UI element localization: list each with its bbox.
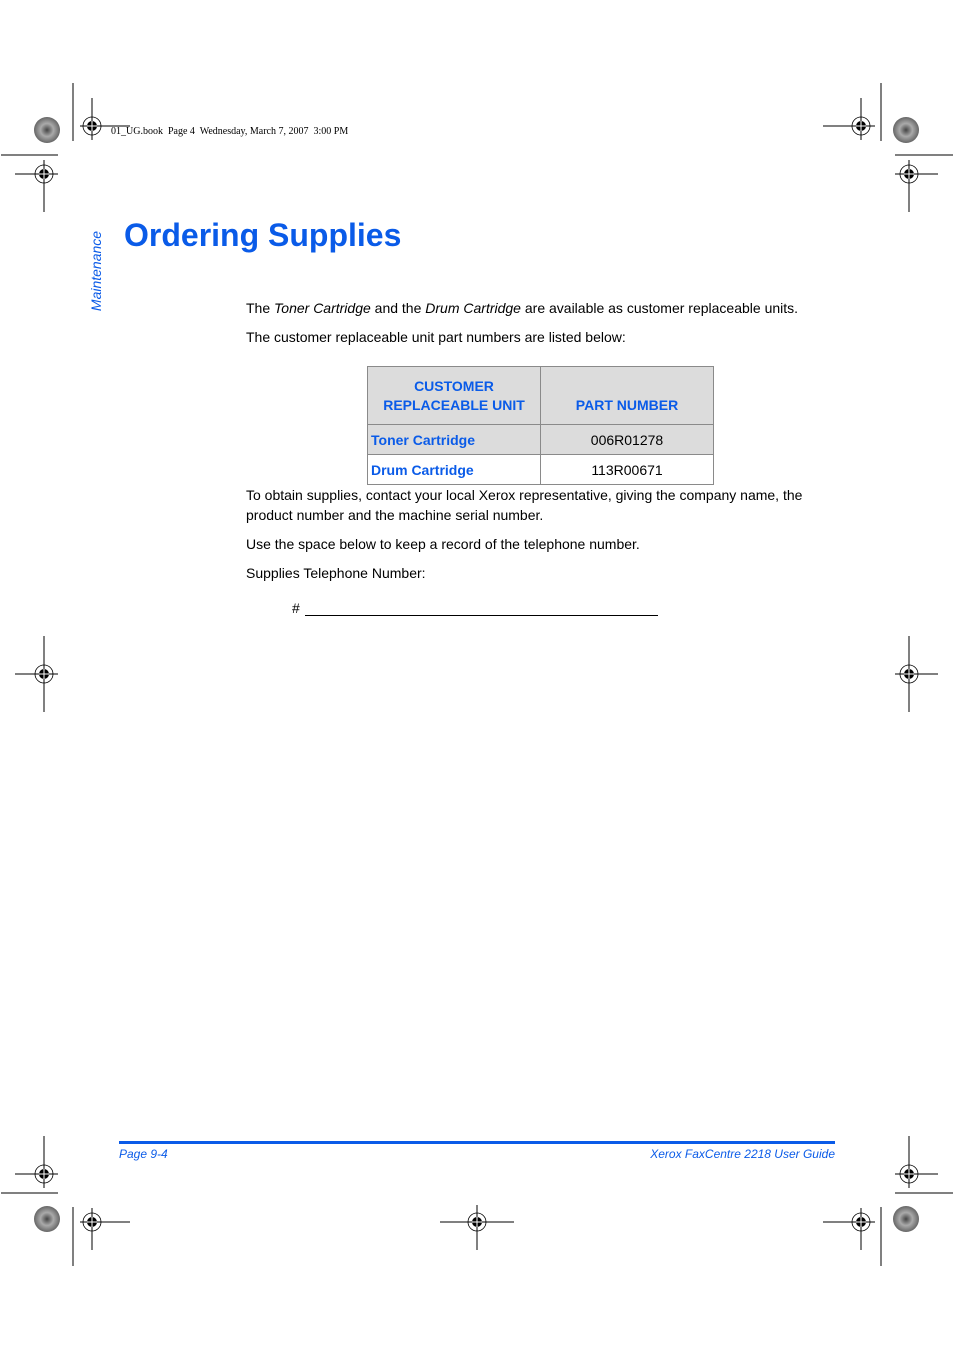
registration-mark-icon bbox=[72, 83, 130, 141]
registration-mark-icon bbox=[440, 1205, 514, 1250]
registration-mark-icon bbox=[15, 636, 58, 712]
registration-mark-icon bbox=[72, 1207, 130, 1266]
color-bar-icon bbox=[34, 1206, 60, 1232]
registration-mark-icon bbox=[1, 154, 58, 212]
color-bar-icon bbox=[893, 1206, 919, 1232]
registration-mark-icon bbox=[823, 83, 882, 141]
color-bar-icon bbox=[34, 117, 60, 143]
registration-mark-icon bbox=[1, 1136, 58, 1194]
color-bar-icon bbox=[893, 117, 919, 143]
registration-mark-icon bbox=[895, 1136, 953, 1194]
printer-marks bbox=[1, 83, 953, 1266]
registration-mark-icon bbox=[895, 636, 938, 712]
registration-mark-icon bbox=[823, 1207, 882, 1266]
registration-mark-icon bbox=[895, 154, 953, 212]
